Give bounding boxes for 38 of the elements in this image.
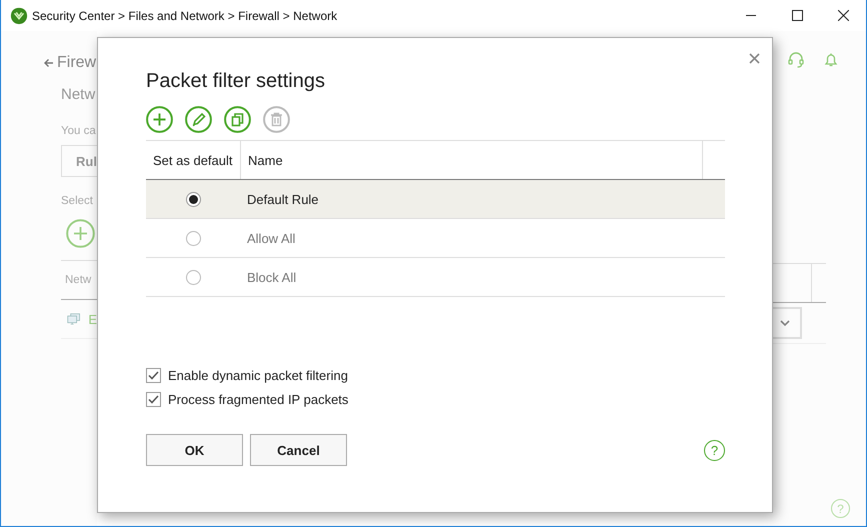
rule-name: Block All — [247, 270, 296, 284]
page-heading: Netw — [61, 86, 96, 105]
dialog-button[interactable]: OK — [146, 434, 243, 466]
column-header: Set as default — [146, 141, 241, 179]
help-button[interactable]: ? — [704, 440, 725, 460]
select-label: Select — [61, 195, 94, 207]
column-header: Name — [241, 141, 703, 179]
table-row[interactable]: Allow All — [146, 219, 725, 258]
copy-icon[interactable] — [224, 106, 251, 133]
table-row[interactable]: Default Rule — [146, 180, 725, 219]
radio-button[interactable] — [186, 270, 201, 284]
logo-icon — [10, 6, 28, 24]
description-text: You ca — [61, 125, 97, 137]
chevron-down-icon — [779, 319, 791, 327]
headset-icon[interactable] — [788, 52, 804, 68]
rule-name: Allow All — [247, 230, 296, 246]
radio-button[interactable] — [186, 230, 201, 246]
checkbox-label: Process fragmented IP packets — [168, 392, 348, 407]
checkbox[interactable] — [146, 368, 161, 383]
rule-name: Default Rule — [247, 192, 319, 206]
maximize-icon — [792, 10, 802, 21]
window-title: Security Center > Files and Network > Firewall > Network — [32, 8, 338, 22]
back-link[interactable]: Firew — [44, 53, 97, 73]
bell-icon[interactable] — [823, 52, 839, 68]
checkbox[interactable] — [146, 392, 161, 407]
dialog-title: Packet filter settings — [146, 70, 326, 94]
close-icon — [749, 53, 760, 64]
add-icon[interactable] — [146, 106, 173, 133]
back-arrow-icon — [44, 58, 54, 68]
dialog-button[interactable]: Cancel — [250, 434, 347, 466]
checkbox-label: Enable dynamic packet filtering — [168, 368, 348, 383]
monitors-icon — [67, 311, 80, 327]
add-icon[interactable] — [66, 219, 95, 248]
table-row[interactable]: Block All — [146, 258, 725, 297]
edit-icon[interactable] — [185, 106, 212, 133]
close-icon — [838, 10, 848, 21]
network-name: E — [88, 312, 97, 326]
radio-button[interactable] — [186, 192, 201, 206]
